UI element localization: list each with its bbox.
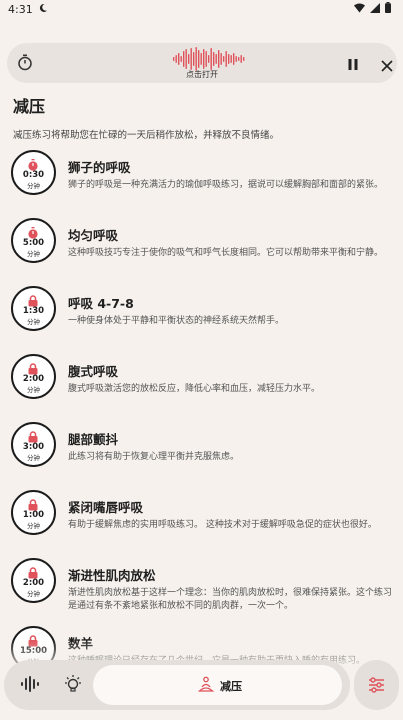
filter-button[interactable] bbox=[354, 660, 399, 710]
duration-unit: 分钟 bbox=[27, 386, 40, 394]
list-item[interactable]: 1:30 分钟 呼吸 4-7-8 一种使身体处于平静和平衡状态的神经系统天然帮手。 bbox=[0, 282, 403, 350]
waveform-bar bbox=[188, 54, 190, 64]
waveform-bar bbox=[178, 53, 180, 65]
exercise-title: 渐进性肌肉放松 bbox=[68, 568, 156, 583]
list-item[interactable]: 5:00 分钟 均匀呼吸这种呼吸技巧专注于使你的吸气和呼气长度相同。它可以帮助带来平… bbox=[0, 214, 403, 282]
waveform-bar bbox=[195, 47, 197, 71]
waveform-bar bbox=[183, 51, 185, 67]
mini-player[interactable]: 点击打开 bbox=[7, 43, 397, 83]
exercise-description: 此练习将有助于恢复心理平衡并克服焦虑。 bbox=[68, 452, 240, 462]
exercise-list: 0:30 分钟 狮子的呼吸狮子的呼吸是一种充满活力的瑜伽呼吸练习，据说可以缓解胸部和… bbox=[0, 146, 403, 690]
bottom-nav-pill: 减压 bbox=[4, 660, 350, 710]
duration-value: 3:00 bbox=[22, 442, 45, 452]
duration-value: 2:00 bbox=[22, 374, 45, 384]
exercise-description: 一种使身体处于平静和平衡状态的神经系统天然帮手。 bbox=[68, 316, 285, 326]
page-header: 减压 减压练习将帮助您在忙碌的一天后稍作放松，并释放不良情绪。 bbox=[13, 93, 393, 141]
duration-unit: 分钟 bbox=[27, 522, 40, 530]
duration-badge: 1:00 分钟 bbox=[11, 490, 56, 535]
waveform-bar bbox=[198, 50, 200, 68]
battery-icon bbox=[385, 2, 391, 16]
waveform-bar bbox=[200, 53, 202, 65]
exercise-title: 腿部颤抖 bbox=[68, 432, 119, 447]
waveform-bar bbox=[220, 53, 222, 65]
exercise-title: 紧闭嘴唇呼吸 bbox=[68, 500, 144, 515]
duration-unit: 分钟 bbox=[27, 590, 40, 598]
soundwave-icon[interactable] bbox=[21, 676, 39, 696]
lightbulb-icon[interactable] bbox=[63, 674, 83, 698]
exercise-description: 有助于缓解焦虑的实用呼吸练习。 这种技术对于缓解呼吸急促的症状也很好。 bbox=[68, 520, 377, 530]
duration-badge: 1:30 分钟 bbox=[11, 286, 56, 331]
exercise-title: 狮子的呼吸 bbox=[68, 160, 131, 175]
pause-icon[interactable] bbox=[347, 56, 359, 75]
waveform-bar bbox=[180, 56, 182, 62]
duration-unit: 分钟 bbox=[27, 454, 40, 462]
waveform-bar bbox=[238, 57, 240, 61]
list-item[interactable]: 0:30 分钟 狮子的呼吸狮子的呼吸是一种充满活力的瑜伽呼吸练习，据说可以缓解胸部和… bbox=[0, 146, 403, 214]
moon-icon bbox=[38, 3, 48, 16]
wifi-icon bbox=[354, 3, 365, 16]
tab-relax-label: 减压 bbox=[220, 680, 242, 693]
waveform-bar bbox=[173, 57, 175, 61]
duration-badge: 2:00 分钟 bbox=[11, 558, 56, 603]
duration-value: 15:00 bbox=[19, 646, 48, 656]
waveform-bar bbox=[213, 52, 215, 66]
exercise-description: 狮子的呼吸是一种充满活力的瑜伽呼吸练习，据说可以缓解胸部和面部的紧张。 bbox=[68, 180, 384, 190]
waveform-icon bbox=[172, 47, 246, 71]
waveform-bar bbox=[185, 49, 187, 69]
exercise-title: 呼吸 4-7-8 bbox=[68, 296, 134, 311]
signal-icon bbox=[370, 2, 380, 16]
waveform-bar bbox=[210, 48, 212, 70]
status-bar: 4:31 bbox=[0, 0, 403, 18]
waveform-bar bbox=[205, 51, 207, 67]
waveform-bar bbox=[233, 53, 235, 65]
lotus-icon bbox=[197, 676, 215, 697]
tap-to-open-label[interactable]: 点击打开 bbox=[7, 69, 397, 80]
duration-unit: 分钟 bbox=[27, 182, 40, 190]
exercise-description: 这种呼吸技巧专注于使你的吸气和呼气长度相同。它可以帮助带来平衡和宁静。 bbox=[68, 248, 384, 258]
duration-unit: 分钟 bbox=[27, 250, 40, 258]
exercise-title: 均匀呼吸 bbox=[68, 228, 119, 243]
waveform-bar bbox=[223, 56, 225, 62]
exercise-title: 腹式呼吸 bbox=[68, 364, 119, 379]
duration-badge: 0:30 分钟 bbox=[11, 150, 56, 195]
bottom-nav: 减压 bbox=[4, 660, 399, 710]
waveform-bar bbox=[218, 50, 220, 68]
duration-value: 5:00 bbox=[22, 238, 45, 248]
filter-icon bbox=[369, 677, 384, 693]
waveform-bar bbox=[243, 57, 245, 61]
list-item[interactable]: 2:00 分钟 渐进性肌肉放松渐进性肌肉放松基于这样一个理念：当你的肌肉放松时，很难… bbox=[0, 554, 403, 622]
page-title: 减压 bbox=[13, 97, 46, 116]
list-item[interactable]: 1:00 分钟 紧闭嘴唇呼吸有助于缓解焦虑的实用呼吸练习。 这种技术对于缓解呼吸急促… bbox=[0, 486, 403, 554]
waveform-bar bbox=[203, 49, 205, 69]
duration-badge: 3:00 分钟 bbox=[11, 422, 56, 467]
status-time: 4:31 bbox=[8, 2, 33, 16]
duration-value: 1:00 bbox=[22, 510, 45, 520]
tab-relax[interactable]: 减压 bbox=[93, 665, 342, 705]
waveform-bar bbox=[193, 52, 195, 66]
list-item[interactable]: 2:00 分钟 腹式呼吸腹式呼吸激活您的放松反应，降低心率和血压，减轻压力水平。 bbox=[0, 350, 403, 418]
duration-value: 0:30 bbox=[22, 170, 45, 180]
waveform-bar bbox=[230, 55, 232, 63]
waveform-bar bbox=[240, 55, 242, 63]
duration-value: 2:00 bbox=[22, 578, 45, 588]
waveform-bar bbox=[215, 54, 217, 64]
duration-badge: 5:00 分钟 bbox=[11, 218, 56, 263]
waveform-bar bbox=[208, 55, 210, 63]
waveform-bar bbox=[175, 55, 177, 63]
close-icon[interactable] bbox=[381, 57, 393, 76]
list-item[interactable]: 3:00 分钟 腿部颤抖此练习将有助于恢复心理平衡并克服焦虑。 bbox=[0, 418, 403, 486]
waveform-bar bbox=[228, 54, 230, 64]
duration-unit: 分钟 bbox=[27, 318, 40, 326]
waveform-bar bbox=[190, 48, 192, 70]
waveform-bar bbox=[235, 56, 237, 62]
waveform-bar bbox=[225, 51, 227, 67]
exercise-title: 数羊 bbox=[68, 636, 94, 651]
page-subtitle: 减压练习将帮助您在忙碌的一天后稍作放松，并释放不良情绪。 bbox=[13, 130, 280, 141]
duration-badge: 2:00 分钟 bbox=[11, 354, 56, 399]
duration-value: 1:30 bbox=[22, 306, 45, 316]
exercise-description: 渐进性肌肉放松基于这样一个理念：当你的肌肉放松时，很难保持紧张。这个练习是通过有… bbox=[68, 588, 393, 611]
exercise-description: 腹式呼吸激活您的放松反应，降低心率和血压，减轻压力水平。 bbox=[68, 384, 321, 394]
